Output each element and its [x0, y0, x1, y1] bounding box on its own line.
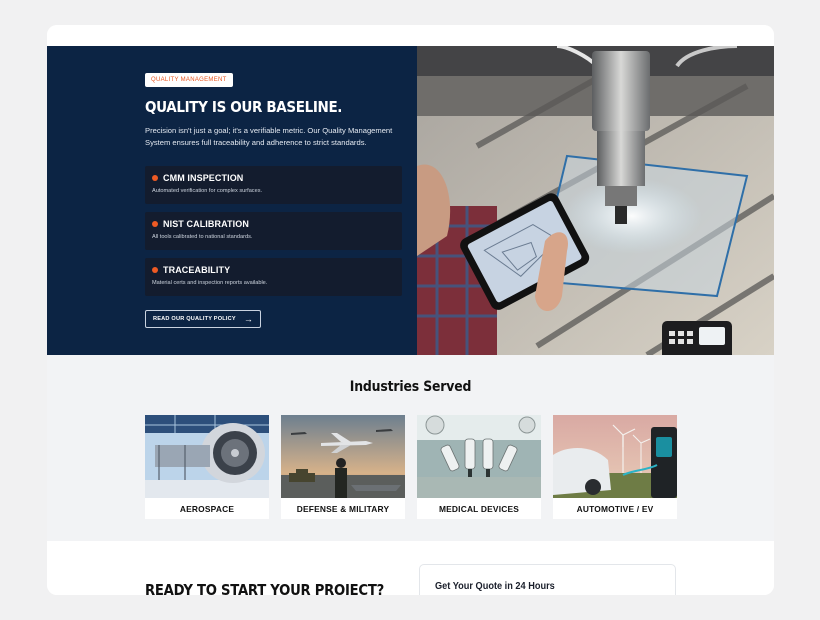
quality-badge: QUALITY MANAGEMENT	[145, 73, 233, 87]
quality-section: QUALITY MANAGEMENT QUALITY IS OUR BASELI…	[47, 46, 774, 355]
quality-description: Precision isn't just a goal; it's a veri…	[145, 126, 393, 148]
jet-engine-image	[145, 415, 269, 498]
quality-title: QUALITY IS OUR BASELINE.	[145, 98, 343, 116]
bullet-dot-icon	[152, 267, 158, 274]
industries-section: Industries Served AEROSPACE DEFENSE & MI…	[47, 355, 774, 541]
industry-card-aerospace[interactable]: AEROSPACE	[145, 415, 269, 519]
feature-title: NIST CALIBRATION	[163, 219, 249, 230]
cnc-machine-photo	[417, 46, 774, 355]
ev-charging-image	[553, 415, 677, 498]
cta-title: READY TO START YOUR PROJECT?	[145, 581, 384, 595]
industry-card-defense[interactable]: DEFENSE & MILITARY	[281, 415, 405, 519]
industry-card-medical[interactable]: MEDICAL DEVICES	[417, 415, 541, 519]
feature-subtitle: All tools calibrated to national standar…	[152, 234, 253, 241]
military-image	[281, 415, 405, 498]
page-frame: QUALITY MANAGEMENT QUALITY IS OUR BASELI…	[47, 25, 774, 595]
feature-title: CMM INSPECTION	[163, 173, 244, 184]
feature-traceability: TRACEABILITY Material certs and inspecti…	[145, 258, 402, 297]
industry-label: DEFENSE & MILITARY	[296, 503, 390, 514]
quality-content: QUALITY MANAGEMENT QUALITY IS OUR BASELI…	[145, 68, 403, 329]
industry-cards: AEROSPACE DEFENSE & MILITARY MEDICAL DEV…	[145, 415, 677, 519]
industries-title: Industries Served	[349, 379, 472, 395]
feature-title: TRACEABILITY	[163, 265, 231, 276]
bullet-dot-icon	[152, 175, 158, 182]
feature-cmm-inspection: CMM INSPECTION Automated verification fo…	[145, 166, 402, 205]
quality-policy-button[interactable]: READ OUR QUALITY POLICY →	[145, 310, 262, 329]
industry-label: AUTOMOTIVE / EV	[576, 503, 654, 514]
feature-nist-calibration: NIST CALIBRATION All tools calibrated to…	[145, 212, 402, 251]
industry-label: AEROSPACE	[179, 503, 235, 514]
feature-subtitle: Automated verification for complex surfa…	[152, 188, 263, 195]
cta-section: READY TO START YOUR PROJECT? Get Your Qu…	[47, 541, 774, 595]
arrow-right-icon: →	[243, 314, 254, 325]
quote-title: Get Your Quote in 24 Hours	[435, 581, 555, 592]
robotic-surgery-image	[417, 415, 541, 498]
industry-label: MEDICAL DEVICES	[438, 503, 520, 514]
feature-subtitle: Material certs and inspection reports av…	[152, 280, 268, 287]
quote-form-card: Get Your Quote in 24 Hours	[419, 564, 676, 595]
quality-policy-button-label: READ OUR QUALITY POLICY	[153, 316, 236, 323]
bullet-dot-icon	[152, 221, 158, 228]
top-bar	[47, 25, 774, 46]
industry-card-automotive[interactable]: AUTOMOTIVE / EV	[553, 415, 677, 519]
